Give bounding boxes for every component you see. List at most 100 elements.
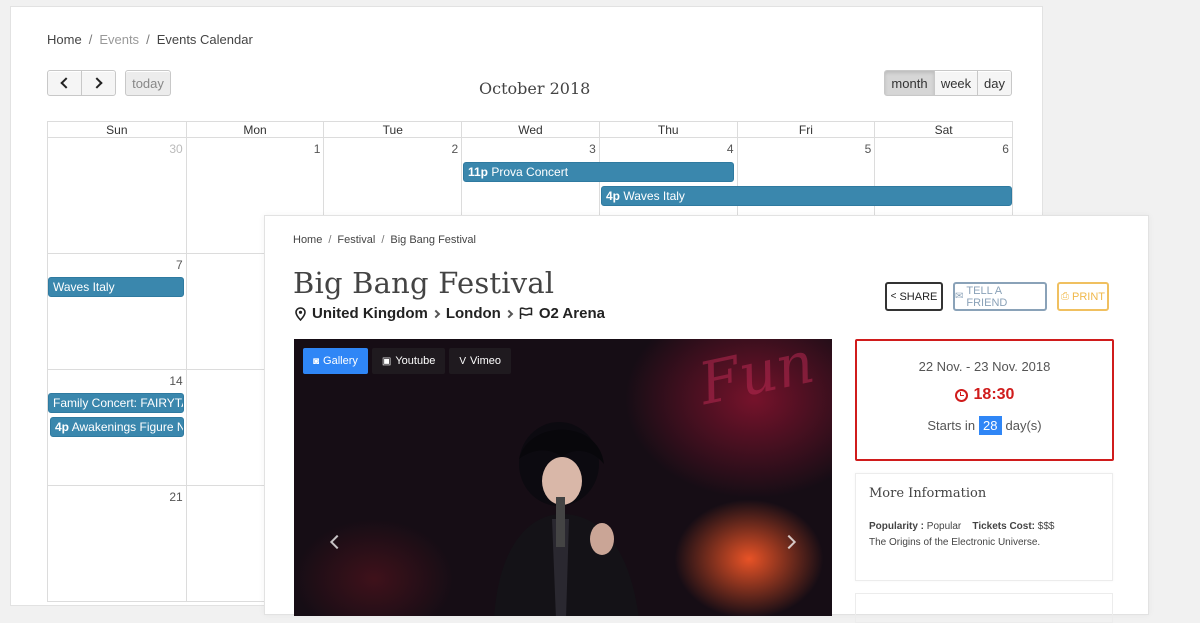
printer-icon: ⎙ — [1061, 291, 1069, 302]
view-day-button[interactable]: day — [977, 70, 1012, 96]
tab-vimeo[interactable]: V Vimeo — [449, 348, 511, 374]
camera-icon: ◙ — [313, 355, 320, 367]
event-time-value: 18:30 — [973, 386, 1015, 403]
weekday-label: Sat — [874, 122, 1012, 138]
breadcrumb-events[interactable]: Events — [99, 32, 139, 47]
location-venue[interactable]: O2 Arena — [539, 305, 605, 322]
tab-gallery-label: Gallery — [323, 355, 358, 367]
print-label: PRINT — [1072, 290, 1105, 303]
day-number: 21 — [169, 490, 183, 504]
event-prova-concert[interactable]: 11p Prova Concert — [463, 162, 734, 182]
day-number: 1 — [313, 142, 321, 156]
day-number: 6 — [1002, 142, 1009, 156]
vimeo-icon: V — [459, 355, 466, 367]
event-date-box: 22 Nov. - 23 Nov. 2018 18:30 Starts in 2… — [855, 339, 1114, 461]
event-date-range: 22 Nov. - 23 Nov. 2018 — [918, 359, 1051, 374]
view-switcher: month week day — [884, 70, 1012, 96]
event-title: Waves Italy — [53, 280, 115, 294]
breadcrumb-current: Big Bang Festival — [390, 234, 476, 246]
day-number: 30 — [169, 142, 183, 156]
location-city[interactable]: London — [446, 305, 501, 322]
tab-vimeo-label: Vimeo — [470, 355, 501, 367]
event-description: The Origins of the Electronic Universe. — [869, 537, 1041, 548]
day-number: 14 — [169, 374, 183, 388]
day-cell[interactable]: 30 — [48, 138, 186, 253]
view-week-button[interactable]: week — [934, 70, 978, 96]
media-tabs: ◙ Gallery ▣ Youtube V Vimeo — [303, 348, 511, 374]
tab-youtube-label: Youtube — [395, 355, 436, 367]
event-breadcrumb: Home / Festival / Big Bang Festival — [293, 234, 476, 246]
tab-gallery[interactable]: ◙ Gallery — [303, 348, 368, 374]
event-detail-card: Home / Festival / Big Bang Festival Big Bang… — [264, 215, 1149, 623]
youtube-icon: ▣ — [381, 355, 392, 367]
weekday-header: Sun Mon Tue Wed Thu Fri Sat — [47, 121, 1013, 138]
weekday-label: Wed — [461, 122, 599, 138]
more-information-panel: More Information Popularity : Popular Ti… — [855, 473, 1113, 581]
chevron-right-icon — [504, 309, 514, 318]
breadcrumb-home[interactable]: Home — [47, 32, 82, 47]
countdown-prefix: Starts in — [927, 418, 976, 433]
share-button[interactable]: < SHARE — [885, 282, 943, 311]
popularity-value: Popular — [926, 521, 962, 532]
tickets-value: $$$ — [1037, 521, 1055, 532]
event-title: Waves Italy — [623, 189, 685, 203]
envelope-icon: ✉ — [955, 291, 964, 302]
calendar-breadcrumb: Home / Events / Events Calendar — [47, 32, 253, 47]
clock-icon — [954, 388, 968, 402]
info-attributes: Popularity : Popular Tickets Cost: $$$ — [869, 521, 1054, 532]
chevron-left-icon — [60, 77, 72, 89]
day-number: 4 — [726, 142, 734, 156]
countdown-suffix: day(s) — [1005, 418, 1042, 433]
countdown-days-badge: 28 — [979, 416, 1002, 435]
next-button[interactable] — [81, 70, 116, 96]
popularity-label: Popularity : — [869, 521, 925, 532]
flag-icon — [519, 307, 533, 320]
more-information-heading: More Information — [869, 486, 987, 501]
event-waves-italy[interactable]: 4p Waves Italy — [601, 186, 1012, 206]
day-number: 7 — [176, 258, 183, 272]
event-family-concert[interactable]: Family Concert: FAIRYTALE — [48, 393, 184, 413]
view-month-button[interactable]: month — [884, 70, 935, 96]
chevron-right-icon — [91, 77, 103, 89]
event-location: United Kingdom London O2 Arena — [295, 305, 605, 322]
today-button[interactable]: today — [125, 70, 171, 96]
tickets-label: Tickets Cost: — [972, 521, 1036, 532]
breadcrumb-festival[interactable]: Festival — [337, 234, 375, 246]
event-time: 4p — [55, 420, 70, 434]
share-icon: < — [890, 291, 897, 302]
performer-photo — [494, 422, 639, 616]
tell-a-friend-button[interactable]: ✉ TELL A FRIEND — [953, 282, 1047, 311]
event-time: 4p — [606, 189, 621, 203]
breadcrumb-current: Events Calendar — [156, 32, 253, 47]
event-waves-italy-continued[interactable]: Waves Italy — [48, 277, 184, 297]
weekday-label: Tue — [323, 122, 461, 138]
event-time: 11p — [468, 165, 489, 179]
weekday-label: Thu — [598, 122, 737, 138]
event-title: Prova Concert — [491, 165, 569, 179]
map-pin-icon — [295, 306, 306, 321]
weekday-label: Sun — [106, 123, 128, 137]
media-gallery: Fun ◙ Gallery ▣ Youtube V Vimeo — [294, 339, 832, 616]
event-title: Awakenings Figure Nacht — [71, 420, 183, 434]
tab-youtube[interactable]: ▣ Youtube — [371, 348, 446, 374]
secondary-panel — [855, 593, 1113, 623]
event-title: Family Concert: FAIRYTALE — [53, 396, 183, 410]
prev-button[interactable] — [47, 70, 82, 96]
event-time: 18:30 — [857, 386, 1112, 404]
day-cell[interactable]: 7 — [48, 254, 186, 369]
location-country[interactable]: United Kingdom — [312, 305, 428, 322]
day-cell[interactable]: 21 — [48, 486, 186, 601]
chevron-right-icon — [431, 309, 441, 318]
weekday-label: Fri — [736, 122, 875, 138]
day-number: 3 — [589, 142, 596, 156]
countdown: Starts in 28 day(s) — [857, 416, 1112, 435]
event-awakenings[interactable]: 4p Awakenings Figure Nacht — [50, 417, 184, 437]
breadcrumb-home[interactable]: Home — [293, 234, 322, 246]
day-number: 2 — [451, 142, 459, 156]
day-number: 5 — [864, 142, 872, 156]
share-label: SHARE — [899, 290, 938, 303]
weekday-label: Mon — [185, 122, 324, 138]
print-button[interactable]: ⎙ PRINT — [1057, 282, 1109, 311]
calendar-nav — [47, 70, 116, 96]
calendar-title: October 2018 — [479, 79, 591, 98]
